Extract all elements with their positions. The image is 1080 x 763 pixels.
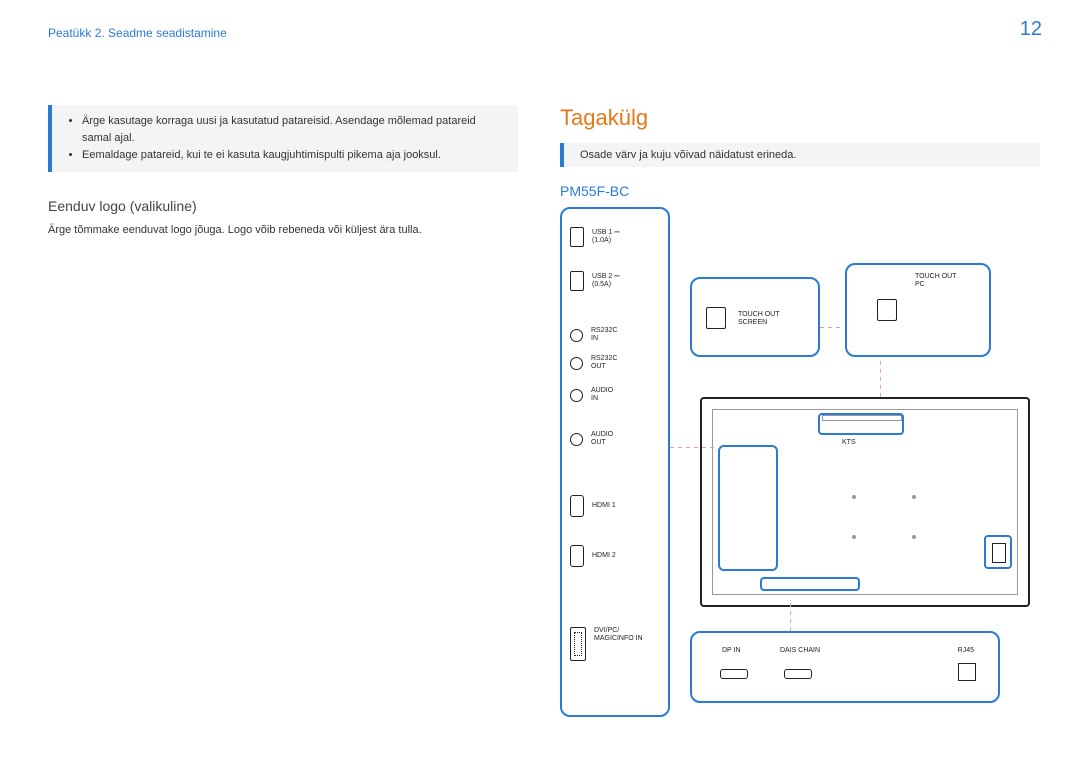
leader-line (820, 327, 844, 328)
dvi-icon (570, 627, 586, 661)
caution-list: Ärge kasutage korraga uusi ja kasutatud … (48, 105, 518, 172)
bullet-item: Eemaldage patareid, kui te ei kasuta kau… (82, 147, 506, 164)
port-usb1: USB 1 ⎓ (1.0A) (570, 227, 664, 247)
touch-pc-box: TOUCH OUT PC (845, 263, 991, 357)
jack-icon (570, 433, 583, 446)
port-label: RS232C OUT (591, 355, 617, 371)
port-label: AUDIO IN (591, 387, 613, 403)
port-label: RS232C IN (591, 327, 617, 343)
dp-icon (784, 669, 812, 679)
section-title: Tagakülg (560, 105, 1040, 131)
highlight-box (984, 535, 1012, 569)
rj45-label: RJ45 (958, 647, 974, 654)
highlight-box (718, 445, 778, 571)
port-strip: USB 1 ⎓ (1.0A) USB 2 ⎓ (0.5A) RS232C IN … (560, 207, 670, 717)
leader-line (880, 357, 881, 397)
port-audio-in: AUDIO IN (570, 387, 664, 403)
logo-paragraph: Ärge tõmmake eenduvat logo jõuga. Logo v… (48, 222, 518, 239)
port-rs-in: RS232C IN (570, 327, 664, 343)
port-label: DVI/PC/ MAGICINFO IN (594, 627, 643, 643)
leader-line (670, 447, 718, 448)
port-hdmi1: HDMI 1 (570, 495, 664, 517)
bullet-item: Ärge kasutage korraga uusi ja kasutatud … (82, 113, 506, 147)
page-number: 12 (1020, 18, 1042, 41)
dp-icon (720, 669, 748, 679)
rj45-icon (958, 663, 976, 681)
usb-b-icon (706, 307, 726, 329)
port-rs-out: RS232C OUT (570, 355, 664, 371)
touch-screen-label: TOUCH OUT SCREEN (738, 311, 779, 326)
touch-pc-label: TOUCH OUT PC (915, 273, 956, 288)
port-label: AUDIO OUT (591, 431, 613, 447)
right-column: Tagakülg Osade värv ja kuju võivad näida… (560, 105, 1040, 727)
port-usb2: USB 2 ⎓ (0.5A) (570, 271, 664, 291)
leader-line (790, 603, 791, 631)
dp-in-label: DP IN (722, 647, 741, 654)
rear-diagram: USB 1 ⎓ (1.0A) USB 2 ⎓ (0.5A) RS232C IN … (560, 207, 1040, 727)
port-label: USB 1 ⎓ (1.0A) (592, 229, 620, 245)
chapter-heading: Peatükk 2. Seadme seadistamine (48, 26, 227, 40)
daisy-chain-label: DAIS CHAIN (780, 647, 820, 654)
usb-b-icon (877, 299, 897, 321)
jack-icon (570, 357, 583, 370)
jack-icon (570, 389, 583, 402)
tv-rear-outline: KTS (700, 397, 1030, 607)
hdmi-icon (570, 545, 584, 567)
highlight-box (760, 577, 860, 591)
port-audio-out: AUDIO OUT (570, 431, 664, 447)
usb-icon (570, 227, 584, 247)
port-label: HDMI 1 (592, 502, 616, 510)
left-column: Ärge kasutage korraga uusi ja kasutatud … (48, 105, 518, 239)
highlight-box (818, 413, 904, 435)
port-dvi: DVI/PC/ MAGICINFO IN (570, 627, 664, 661)
port-label: HDMI 2 (592, 552, 616, 560)
port-hdmi2: HDMI 2 (570, 545, 664, 567)
touch-screen-box: TOUCH OUT SCREEN (690, 277, 820, 357)
tv-label: KTS (842, 439, 856, 447)
model-label: PM55F-BC (560, 183, 1040, 199)
port-label: USB 2 ⎓ (0.5A) (592, 273, 620, 289)
usb-icon (570, 271, 584, 291)
hdmi-icon (570, 495, 584, 517)
bottom-port-box: DP IN DAIS CHAIN RJ45 (690, 631, 1000, 703)
jack-icon (570, 329, 583, 342)
note-box: Osade värv ja kuju võivad näidatust erin… (560, 143, 1040, 167)
logo-subheading: Eenduv logo (valikuline) (48, 198, 518, 214)
